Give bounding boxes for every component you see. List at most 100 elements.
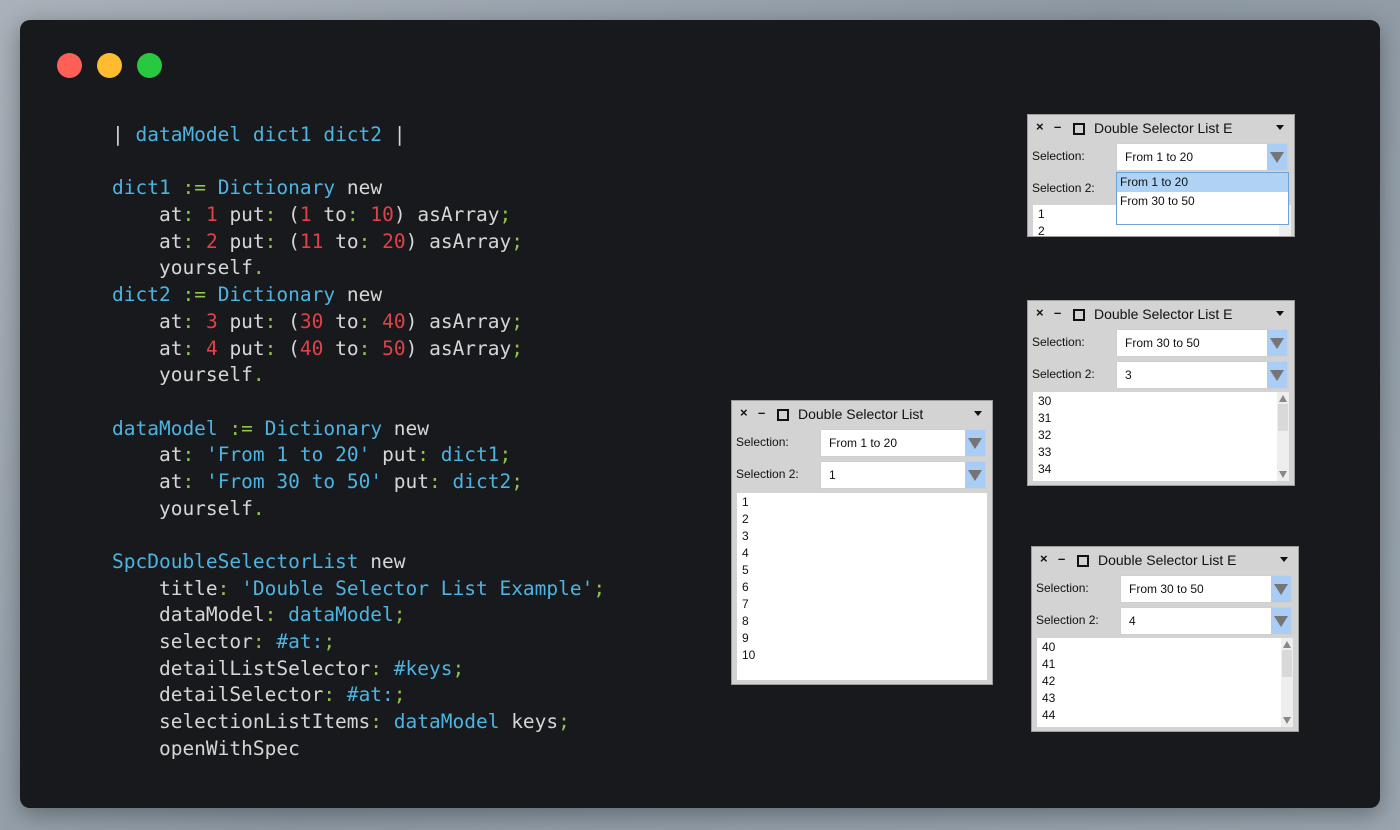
detail-list[interactable]: 40 41 42 43 44: [1037, 638, 1293, 727]
scrollbar[interactable]: [1277, 392, 1289, 481]
code-token: 20: [382, 229, 406, 253]
code-token: put: [382, 469, 430, 493]
minimize-icon[interactable]: –: [1054, 119, 1061, 134]
dropdown-arrow-icon[interactable]: [1267, 362, 1287, 388]
close-icon[interactable]: ×: [1040, 551, 1048, 566]
minimize-icon[interactable]: –: [1054, 305, 1061, 320]
code-token: openWithSpec: [112, 736, 300, 760]
list-item[interactable]: 42: [1037, 673, 1293, 690]
code-token: yourself: [112, 363, 253, 387]
list-item[interactable]: 43: [1037, 690, 1293, 707]
list-item[interactable]: 5: [737, 562, 987, 579]
code-token: :: [182, 309, 195, 333]
list-item[interactable]: 10: [737, 647, 987, 664]
list-item[interactable]: 32: [1033, 427, 1289, 444]
popup-option[interactable]: From 30 to 50: [1117, 192, 1288, 211]
selection-dropdown[interactable]: From 1 to 20: [820, 429, 986, 457]
scroll-up-arrow-icon[interactable]: [1283, 641, 1291, 648]
maximize-icon[interactable]: [777, 409, 789, 421]
code-token: :: [370, 656, 383, 680]
selection2-dropdown[interactable]: 3: [1116, 361, 1288, 389]
code-token: Dictionary: [217, 283, 336, 307]
minimize-window-button[interactable]: [97, 53, 122, 78]
code-token: put: [217, 229, 265, 253]
code-token: .: [252, 256, 265, 280]
dropdown-arrow-icon[interactable]: [1271, 576, 1291, 602]
minimize-icon[interactable]: –: [758, 405, 765, 420]
scrollbar-thumb[interactable]: [1282, 650, 1292, 677]
code-line: detailSelector: #at:;: [112, 682, 605, 709]
selection2-value: 4: [1129, 614, 1136, 628]
code-line: at: 2 put: (11 to: 20) asArray;: [112, 229, 605, 256]
selection2-dropdown[interactable]: 1: [820, 461, 986, 489]
code-token: ;: [452, 656, 465, 680]
dropdown-arrow-icon[interactable]: [1271, 608, 1291, 634]
list-item[interactable]: 2: [1033, 223, 1291, 236]
minimize-icon[interactable]: –: [1058, 551, 1065, 566]
list-item[interactable]: 33: [1033, 444, 1289, 461]
code-line: yourself.: [112, 496, 605, 523]
selection2-value: 1: [829, 468, 836, 482]
code-token: .: [252, 496, 265, 520]
list-item[interactable]: 4: [737, 545, 987, 562]
code-token: 2: [205, 229, 218, 253]
list-item[interactable]: 31: [1033, 410, 1289, 427]
dropdown-arrow-icon[interactable]: [965, 462, 985, 488]
scroll-down-arrow-icon[interactable]: [1283, 717, 1291, 724]
popup-option[interactable]: From 1 to 20: [1117, 173, 1288, 192]
dropdown-arrow-icon[interactable]: [965, 430, 985, 456]
code-token: yourself: [112, 256, 253, 280]
maximize-icon[interactable]: [1077, 555, 1089, 567]
detail-list[interactable]: 30 31 32 33 34: [1033, 392, 1289, 481]
maximize-window-button[interactable]: [137, 53, 162, 78]
list-item[interactable]: 2: [737, 511, 987, 528]
code-token: #at:: [346, 683, 394, 707]
selection2-dropdown[interactable]: 4: [1120, 607, 1292, 635]
code-token: |: [112, 123, 136, 146]
selection-dropdown[interactable]: From 30 to 50: [1120, 575, 1292, 603]
list-item[interactable]: 30: [1033, 393, 1289, 410]
dropdown-arrow-icon[interactable]: [1267, 330, 1287, 356]
code-token: (: [276, 336, 300, 360]
list-item[interactable]: 40: [1037, 639, 1293, 656]
list-item[interactable]: 9: [737, 630, 987, 647]
list-item[interactable]: 7: [737, 596, 987, 613]
code-line: at: 'From 1 to 20' put: dict1;: [112, 442, 605, 469]
list-item[interactable]: 6: [737, 579, 987, 596]
window-menu-icon[interactable]: [1280, 557, 1288, 562]
scroll-down-arrow-icon[interactable]: [1279, 471, 1287, 478]
selection-dropdown[interactable]: From 30 to 50: [1116, 329, 1288, 357]
detail-list[interactable]: 1 2 3 4 5 6 7 8 9 10: [737, 493, 987, 680]
spec-window-popup: × – Double Selector List E Selection: Fr…: [1027, 114, 1295, 237]
code-line: dataModel := Dictionary new: [112, 416, 605, 443]
selection-dropdown[interactable]: From 1 to 20: [1116, 143, 1288, 171]
window-menu-icon[interactable]: [1276, 125, 1284, 130]
list-item[interactable]: 3: [737, 528, 987, 545]
window-menu-icon[interactable]: [974, 411, 982, 416]
scroll-up-arrow-icon[interactable]: [1279, 395, 1287, 402]
list-item[interactable]: 1: [737, 494, 987, 511]
list-item[interactable]: 8: [737, 613, 987, 630]
close-icon[interactable]: ×: [740, 405, 748, 420]
close-icon[interactable]: ×: [1036, 119, 1044, 134]
scrollbar-thumb[interactable]: [1278, 404, 1288, 431]
maximize-icon[interactable]: [1073, 309, 1085, 321]
close-window-button[interactable]: [57, 53, 82, 78]
scrollbar[interactable]: [1281, 638, 1293, 727]
list-item[interactable]: 44: [1037, 707, 1293, 724]
window-menu-icon[interactable]: [1276, 311, 1284, 316]
maximize-icon[interactable]: [1073, 123, 1085, 135]
list-item[interactable]: 34: [1033, 461, 1289, 478]
list-item[interactable]: 41: [1037, 656, 1293, 673]
code-token: new: [382, 416, 430, 440]
dropdown-arrow-icon[interactable]: [1267, 144, 1287, 170]
close-icon[interactable]: ×: [1036, 305, 1044, 320]
